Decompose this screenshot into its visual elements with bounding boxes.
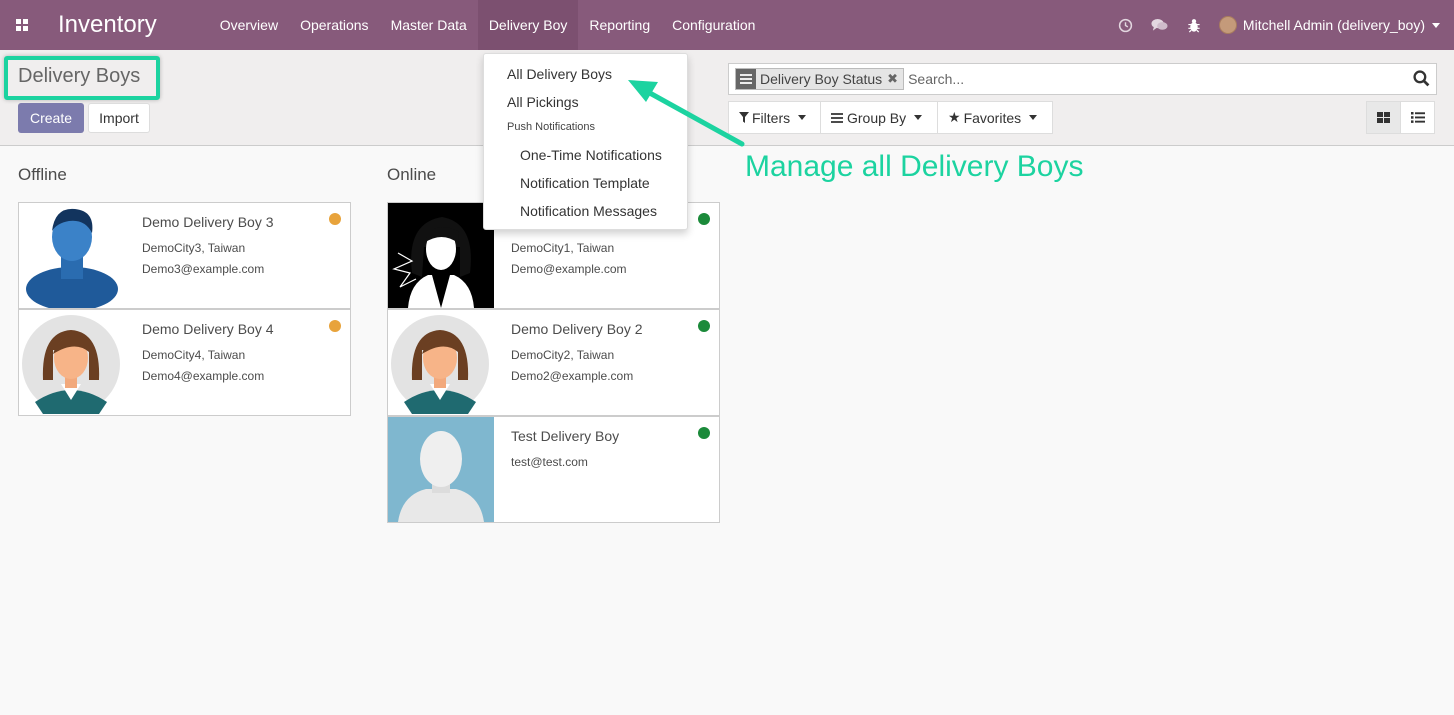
menu-reporting[interactable]: Reporting bbox=[578, 0, 661, 50]
menu-configuration[interactable]: Configuration bbox=[661, 0, 766, 50]
column-title-offline: Offline bbox=[18, 165, 67, 184]
card-name: Demo Delivery Boy 2 bbox=[511, 321, 643, 337]
search-icon[interactable] bbox=[1413, 70, 1430, 92]
star-icon: ★ bbox=[948, 109, 961, 125]
card-address: DemoCity2, Taiwan bbox=[511, 348, 615, 362]
female-avatar bbox=[388, 310, 494, 415]
user-menu[interactable]: Mitchell Admin (delivery_boy) bbox=[1211, 16, 1454, 34]
kanban-view-button[interactable] bbox=[1366, 101, 1401, 134]
card-address: DemoCity4, Taiwan bbox=[142, 348, 246, 362]
status-badge bbox=[698, 320, 710, 332]
kanban-icon bbox=[1377, 112, 1390, 123]
close-icon[interactable]: ✖ bbox=[887, 71, 898, 87]
status-badge bbox=[698, 427, 710, 439]
kanban-card[interactable]: Demo Delivery Boy 3 DemoCity3, Taiwan De… bbox=[18, 202, 351, 309]
dropdown-notification-messages[interactable]: Notification Messages bbox=[520, 203, 657, 219]
list-view-button[interactable] bbox=[1400, 101, 1435, 134]
status-badge bbox=[698, 213, 710, 225]
avatar bbox=[1218, 16, 1237, 34]
column-title-online: Online bbox=[387, 165, 437, 184]
group-by-label: Group By bbox=[847, 109, 907, 126]
female-avatar bbox=[19, 310, 125, 415]
list-icon bbox=[1410, 112, 1425, 123]
card-name: Demo Delivery Boy 3 bbox=[142, 214, 274, 230]
chevron-down-icon bbox=[914, 115, 923, 120]
menu-delivery-boy[interactable]: Delivery Boy bbox=[477, 0, 579, 50]
favorites-label: Favorites bbox=[963, 109, 1022, 126]
card-email: Demo@example.com bbox=[511, 262, 627, 276]
favorites-button[interactable]: ★ Favorites bbox=[937, 101, 1053, 134]
menu-operations[interactable]: Operations bbox=[289, 0, 379, 50]
annotation-arrow bbox=[628, 80, 745, 147]
menu-overview[interactable]: Overview bbox=[209, 0, 289, 50]
page-title: Delivery Boys bbox=[18, 65, 141, 87]
facet-label: Delivery Boy Status bbox=[760, 71, 883, 87]
apps-menu-icon[interactable] bbox=[4, 0, 40, 50]
chevron-down-icon bbox=[1029, 115, 1038, 120]
bug-icon[interactable] bbox=[1177, 0, 1211, 50]
chevron-down-icon bbox=[798, 115, 807, 120]
menu-master-data[interactable]: Master Data bbox=[380, 0, 478, 50]
male-silhouette-avatar bbox=[19, 203, 125, 308]
annotation-label: Manage all Delivery Boys bbox=[745, 150, 1084, 183]
card-address: DemoCity1, Taiwan bbox=[511, 241, 615, 255]
top-navbar: Inventory Overview Operations Master Dat… bbox=[0, 0, 1454, 50]
search-facet[interactable]: Delivery Boy Status ✖ bbox=[735, 68, 905, 90]
card-name: Test Delivery Boy bbox=[511, 428, 620, 444]
card-address: DemoCity3, Taiwan bbox=[142, 241, 246, 255]
dropdown-all-delivery-boys[interactable]: All Delivery Boys bbox=[507, 66, 612, 82]
user-name: Mitchell Admin (delivery_boy) bbox=[1242, 17, 1425, 33]
dropdown-notification-template[interactable]: Notification Template bbox=[520, 175, 650, 191]
kanban-card[interactable]: Test Delivery Boy test@test.com bbox=[387, 416, 720, 523]
filters-label: Filters bbox=[752, 109, 791, 126]
dropdown-section-header: Push Notifications bbox=[507, 121, 596, 133]
card-email: Demo3@example.com bbox=[142, 262, 265, 276]
group-by-button[interactable]: Group By bbox=[820, 101, 938, 134]
status-badge bbox=[329, 213, 341, 225]
card-name: Demo Delivery Boy 4 bbox=[142, 321, 274, 337]
card-email: Demo4@example.com bbox=[142, 369, 265, 383]
placeholder-avatar bbox=[388, 417, 494, 522]
chat-icon[interactable] bbox=[1143, 0, 1177, 50]
group-icon bbox=[831, 110, 843, 126]
kanban-card[interactable]: Demo Delivery Boy 2 DemoCity2, Taiwan De… bbox=[387, 309, 720, 416]
search-input[interactable] bbox=[908, 71, 1389, 87]
app-brand[interactable]: Inventory bbox=[58, 11, 157, 39]
kanban-card[interactable]: Demo Delivery Boy 4 DemoCity4, Taiwan De… bbox=[18, 309, 351, 416]
status-badge bbox=[329, 320, 341, 332]
chevron-down-icon bbox=[1432, 22, 1440, 28]
import-button[interactable]: Import bbox=[88, 103, 150, 133]
card-email: Demo2@example.com bbox=[511, 369, 634, 383]
search-bar[interactable]: Delivery Boy Status ✖ bbox=[728, 63, 1437, 95]
card-email: test@test.com bbox=[511, 455, 588, 469]
clock-icon[interactable] bbox=[1109, 0, 1143, 50]
dropdown-all-pickings[interactable]: All Pickings bbox=[507, 94, 579, 110]
create-button[interactable]: Create bbox=[18, 103, 84, 133]
female-silhouette-avatar bbox=[388, 203, 494, 308]
